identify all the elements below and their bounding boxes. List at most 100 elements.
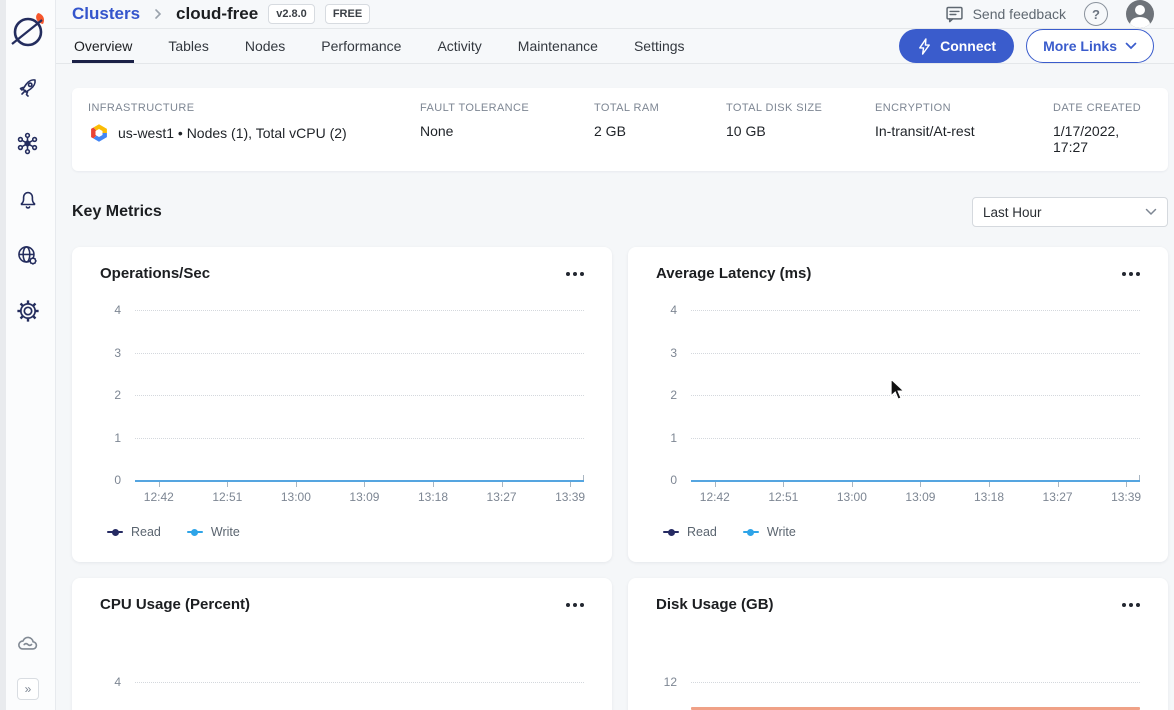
chart-options-ellipsis-icon[interactable] <box>566 599 584 611</box>
x-axis-tick <box>502 482 503 487</box>
chart-legend: Read Write <box>663 525 796 539</box>
chart-gridline <box>691 310 1140 311</box>
connect-button[interactable]: Connect <box>899 29 1014 63</box>
y-axis-tick-label: 1 <box>670 431 677 445</box>
chart-gridline <box>135 438 584 439</box>
expand-sidebar-button[interactable]: » <box>17 678 39 700</box>
tab-performance[interactable]: Performance <box>319 29 403 63</box>
legend-item-write[interactable]: Write <box>743 525 796 539</box>
more-links-label: More Links <box>1043 38 1117 54</box>
x-axis-tick <box>433 482 434 487</box>
legend-item-read[interactable]: Read <box>107 525 161 539</box>
breadcrumb-clusters-link[interactable]: Clusters <box>72 4 140 24</box>
y-axis-tick-label: 3 <box>670 346 677 360</box>
info-total-ram: TOTAL RAM 2 GB <box>594 102 726 155</box>
x-axis-tick-label: 13:09 <box>905 490 935 504</box>
top-bar: Clusters cloud-free v2.8.0 FREE Send fee… <box>56 0 1174 29</box>
user-avatar[interactable] <box>1126 0 1154 28</box>
x-axis-tick <box>364 482 365 487</box>
rocket-icon[interactable] <box>15 74 41 100</box>
tab-activity[interactable]: Activity <box>435 29 483 63</box>
legend-item-read[interactable]: Read <box>663 525 717 539</box>
x-axis-end-tick <box>1139 475 1140 480</box>
x-axis-tick <box>1126 482 1127 487</box>
chart-options-ellipsis-icon[interactable] <box>1122 599 1140 611</box>
app-window: » Clusters cloud-free v2.8.0 FREE Send f <box>0 0 1174 710</box>
feedback-bubble-icon <box>944 4 965 25</box>
y-axis-tick-label: 12 <box>664 675 677 689</box>
disk-capacity-threshold-line <box>691 707 1140 710</box>
page-title: cloud-free <box>176 4 258 24</box>
info-value: None <box>420 123 594 139</box>
x-axis-end-tick <box>583 475 584 480</box>
info-fault-tolerance: FAULT TOLERANCE None <box>420 102 594 155</box>
cluster-info-card: INFRASTRUCTURE us- <box>72 88 1168 171</box>
key-metrics-row: Key Metrics Last Hour <box>72 197 1168 227</box>
chart-gridline <box>691 438 1140 439</box>
y-axis-tick-label: 4 <box>114 303 121 317</box>
x-axis-tick <box>1058 482 1059 487</box>
chart-options-ellipsis-icon[interactable] <box>566 268 584 280</box>
y-axis-tick-label: 1 <box>114 431 121 445</box>
info-value: 1/17/2022, 17:27 <box>1053 123 1152 155</box>
global-settings-icon[interactable] <box>15 242 41 268</box>
content: INFRASTRUCTURE us- <box>56 64 1174 710</box>
chevron-down-icon <box>1145 208 1157 216</box>
chart-gridline <box>135 682 584 683</box>
x-axis-labels: 12:4212:5113:0013:0913:1813:2713:39 <box>691 490 1140 504</box>
chart-plot-area: 12 <box>691 641 1140 710</box>
legend-item-write[interactable]: Write <box>187 525 240 539</box>
y-axis-tick-label: 0 <box>114 473 121 487</box>
x-axis-tick <box>920 482 921 487</box>
cluster-network-icon[interactable] <box>15 130 41 156</box>
x-axis-tick <box>989 482 990 487</box>
lightning-icon <box>917 38 932 55</box>
info-encryption: ENCRYPTION In-transit/At-rest <box>875 102 1053 155</box>
legend-label: Read <box>131 525 161 539</box>
tab-overview[interactable]: Overview <box>72 29 134 63</box>
chart-gridline <box>691 682 1140 683</box>
y-axis-tick-label: 0 <box>670 473 677 487</box>
tabs: Overview Tables Nodes Performance Activi… <box>72 29 719 63</box>
chart-title: Disk Usage (GB) <box>656 596 774 613</box>
chart-gridline <box>691 353 1140 354</box>
x-axis-tick <box>296 482 297 487</box>
info-label: FAULT TOLERANCE <box>420 102 594 114</box>
connect-label: Connect <box>940 38 996 54</box>
gcp-logo-icon <box>88 123 110 143</box>
legend-marker-icon <box>187 528 203 536</box>
notifications-bell-icon[interactable] <box>15 186 41 212</box>
info-date-created: DATE CREATED 1/17/2022, 17:27 <box>1053 102 1152 155</box>
y-axis-tick-label: 3 <box>114 346 121 360</box>
send-feedback-button[interactable]: Send feedback <box>944 4 1066 25</box>
chart-options-ellipsis-icon[interactable] <box>1122 268 1140 280</box>
x-axis-tick-label: 13:18 <box>974 490 1004 504</box>
x-axis-tick-label: 12:42 <box>700 490 730 504</box>
settings-gear-icon[interactable] <box>15 298 41 324</box>
more-links-button[interactable]: More Links <box>1026 29 1154 63</box>
x-axis-tick-label: 12:51 <box>212 490 242 504</box>
tab-maintenance[interactable]: Maintenance <box>516 29 600 63</box>
chart-card: CPU Usage (Percent)4 <box>72 578 612 710</box>
chart-card: Operations/Sec4321012:4212:5113:0013:091… <box>72 247 612 562</box>
top-bar-right: Send feedback ? <box>944 0 1154 28</box>
cloud-status-icon[interactable] <box>15 630 41 656</box>
info-total-disk-size: TOTAL DISK SIZE 10 GB <box>726 102 875 155</box>
x-axis-tick <box>159 482 160 487</box>
charts-grid: Operations/Sec4321012:4212:5113:0013:091… <box>72 247 1168 710</box>
tab-tables[interactable]: Tables <box>166 29 210 63</box>
help-icon[interactable]: ? <box>1084 2 1108 26</box>
tab-nodes[interactable]: Nodes <box>243 29 287 63</box>
info-label: TOTAL RAM <box>594 102 726 114</box>
tab-settings[interactable]: Settings <box>632 29 687 63</box>
y-axis-tick-label: 4 <box>670 303 677 317</box>
brand-logo[interactable] <box>6 8 50 52</box>
chart-legend: Read Write <box>107 525 240 539</box>
info-label: ENCRYPTION <box>875 102 1053 114</box>
legend-label: Write <box>211 525 240 539</box>
key-metrics-title: Key Metrics <box>72 203 162 221</box>
chevron-down-icon <box>1125 42 1137 50</box>
info-value: us-west1 • Nodes (1), Total vCPU (2) <box>118 125 347 141</box>
breadcrumb-chevron-icon <box>152 8 164 20</box>
time-range-select[interactable]: Last Hour <box>972 197 1168 227</box>
